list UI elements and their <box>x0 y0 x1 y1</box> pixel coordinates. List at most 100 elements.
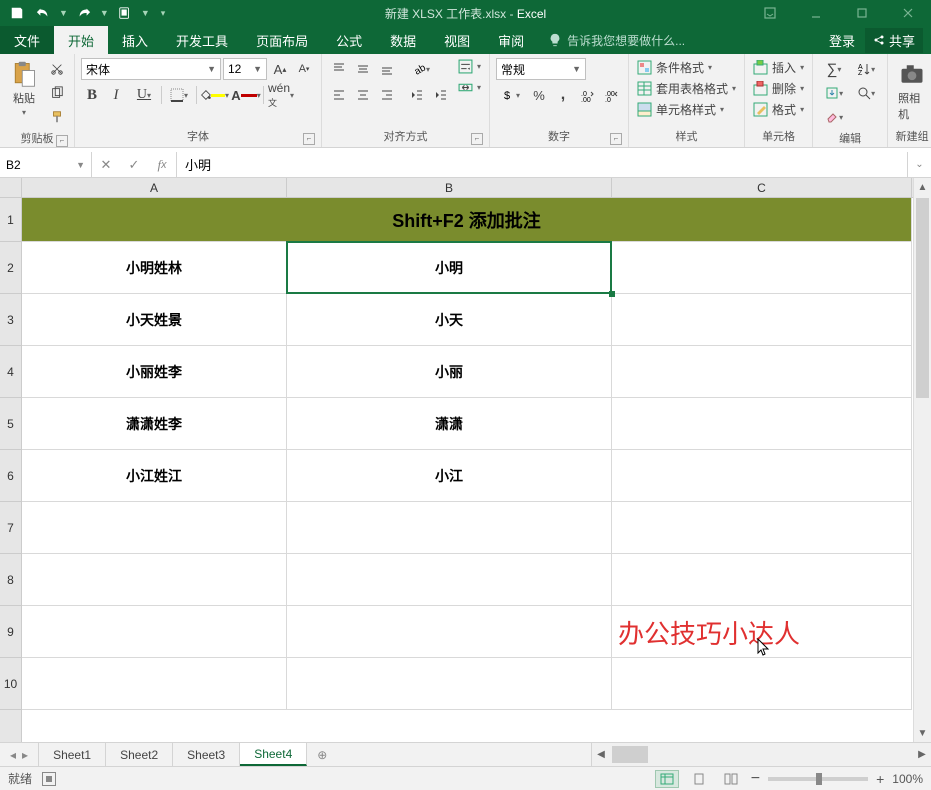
merged-header-cell[interactable]: Shift+F2 添加批注 <box>22 198 912 242</box>
tab-home[interactable]: 开始 <box>54 26 108 54</box>
fill-color-button[interactable]: ▾ <box>199 84 229 106</box>
tab-insert[interactable]: 插入 <box>108 26 162 54</box>
cell[interactable]: 潇潇姓李 <box>22 398 287 450</box>
row-header[interactable]: 4 <box>0 346 21 398</box>
cell[interactable] <box>287 606 612 658</box>
ribbon-options-button[interactable] <box>747 0 793 26</box>
align-left-button[interactable] <box>328 84 350 106</box>
column-header[interactable]: A <box>22 178 287 197</box>
cell[interactable]: 小丽 <box>287 346 612 398</box>
cell[interactable]: 小明 <box>287 242 612 294</box>
vscroll-thumb[interactable] <box>916 198 929 398</box>
row-header[interactable]: 6 <box>0 450 21 502</box>
clipboard-dialog-launcher[interactable]: ⌐ <box>56 135 68 147</box>
scroll-right-button[interactable]: ▶ <box>913 743 931 766</box>
number-format-combo[interactable]: 常规▼ <box>496 58 586 80</box>
confirm-edit-button[interactable]: ✓ <box>120 157 148 173</box>
new-sheet-button[interactable]: ⊕ <box>307 743 337 766</box>
format-cells-button[interactable]: 格式▾ <box>751 100 806 119</box>
row-header[interactable]: 3 <box>0 294 21 346</box>
format-painter-button[interactable] <box>46 106 68 128</box>
decrease-decimal-button[interactable]: .00.0 <box>600 84 622 106</box>
minimize-button[interactable] <box>793 0 839 26</box>
scroll-left-button[interactable]: ◀ <box>592 743 610 766</box>
touch-mode-button[interactable] <box>114 2 136 24</box>
cancel-edit-button[interactable]: ✕ <box>92 157 120 173</box>
cell[interactable] <box>612 398 912 450</box>
orientation-button[interactable]: ab▾ <box>406 58 436 80</box>
bold-button[interactable]: B <box>81 84 103 106</box>
font-color-button[interactable]: A▾ <box>231 84 261 106</box>
sheet-tab[interactable]: Sheet2 <box>106 743 173 766</box>
hscroll-thumb[interactable] <box>612 746 648 763</box>
sign-in-link[interactable]: 登录 <box>829 31 855 50</box>
column-header[interactable]: C <box>612 178 912 197</box>
tab-data[interactable]: 数据 <box>376 26 430 54</box>
close-button[interactable] <box>885 0 931 26</box>
sheet-nav[interactable]: ◂▸ <box>0 743 39 766</box>
format-as-table-button[interactable]: 套用表格格式▾ <box>635 79 738 98</box>
alignment-dialog-launcher[interactable]: ⌐ <box>471 133 483 145</box>
page-layout-view-button[interactable] <box>687 770 711 788</box>
tell-me-search[interactable]: 告诉我您想要做什么... <box>538 26 685 54</box>
normal-view-button[interactable] <box>655 770 679 788</box>
paste-button[interactable]: 粘贴 ▾ <box>6 58 42 119</box>
decrease-indent-button[interactable] <box>406 84 428 106</box>
increase-decimal-button[interactable]: .0.00 <box>576 84 598 106</box>
comma-button[interactable]: , <box>552 84 574 106</box>
name-box[interactable]: B2▼ <box>0 152 92 177</box>
fill-handle[interactable] <box>609 291 615 297</box>
dropdown-caret[interactable]: ▼ <box>141 8 150 18</box>
row-header[interactable]: 1 <box>0 198 21 242</box>
tab-page-layout[interactable]: 页面布局 <box>242 26 322 54</box>
cell[interactable] <box>22 554 287 606</box>
page-break-view-button[interactable] <box>719 770 743 788</box>
sheet-tab[interactable]: Sheet1 <box>39 743 106 766</box>
find-select-button[interactable]: ▾ <box>851 82 881 104</box>
insert-cells-button[interactable]: 插入▾ <box>751 58 806 77</box>
undo-button[interactable] <box>32 2 54 24</box>
cell[interactable] <box>612 658 912 710</box>
cell[interactable]: 小明姓林 <box>22 242 287 294</box>
clear-button[interactable]: ▾ <box>819 106 849 128</box>
horizontal-scrollbar[interactable]: ◀ ▶ <box>591 743 931 766</box>
tab-developer[interactable]: 开发工具 <box>162 26 242 54</box>
font-size-combo[interactable]: 12▼ <box>223 58 267 80</box>
underline-button[interactable]: U ▾ <box>129 84 159 106</box>
conditional-format-button[interactable]: 条件格式▾ <box>635 58 738 77</box>
increase-font-button[interactable]: A▴ <box>269 58 291 80</box>
cell[interactable]: 潇潇 <box>287 398 612 450</box>
column-header[interactable]: B <box>287 178 612 197</box>
tab-review[interactable]: 审阅 <box>484 26 538 54</box>
cut-button[interactable] <box>46 58 68 80</box>
cell[interactable]: 小天 <box>287 294 612 346</box>
row-headers[interactable]: 12345678910 <box>0 198 22 742</box>
font-name-combo[interactable]: 宋体▼ <box>81 58 221 80</box>
wrap-text-button[interactable]: ▾ <box>456 58 483 75</box>
align-bottom-button[interactable] <box>376 58 398 80</box>
row-header[interactable]: 8 <box>0 554 21 606</box>
zoom-level[interactable]: 100% <box>892 772 923 786</box>
zoom-in-button[interactable]: + <box>876 771 884 787</box>
align-right-button[interactable] <box>376 84 398 106</box>
align-top-button[interactable] <box>328 58 350 80</box>
cell[interactable] <box>612 242 912 294</box>
vertical-scrollbar[interactable]: ▲ ▼ <box>913 178 931 742</box>
copy-button[interactable] <box>46 82 68 104</box>
cell[interactable]: 小丽姓李 <box>22 346 287 398</box>
row-header[interactable]: 5 <box>0 398 21 450</box>
share-button[interactable]: 共享 <box>865 28 923 53</box>
save-button[interactable] <box>6 2 28 24</box>
cell[interactable] <box>287 658 612 710</box>
cell[interactable] <box>612 502 912 554</box>
sort-filter-button[interactable]: AZ▾ <box>851 58 881 80</box>
scroll-up-button[interactable]: ▲ <box>914 178 931 196</box>
insert-function-button[interactable]: fx <box>148 157 176 173</box>
scroll-down-button[interactable]: ▼ <box>914 724 931 742</box>
qat-customize[interactable]: ▾ <box>161 8 166 19</box>
row-header[interactable]: 10 <box>0 658 21 710</box>
align-center-button[interactable] <box>352 84 374 106</box>
worksheet-grid[interactable]: ABC 12345678910 Shift+F2 添加批注小明姓林小明小天姓景小… <box>0 178 931 742</box>
redo-button[interactable] <box>73 2 95 24</box>
dropdown-caret[interactable]: ▼ <box>59 8 68 18</box>
